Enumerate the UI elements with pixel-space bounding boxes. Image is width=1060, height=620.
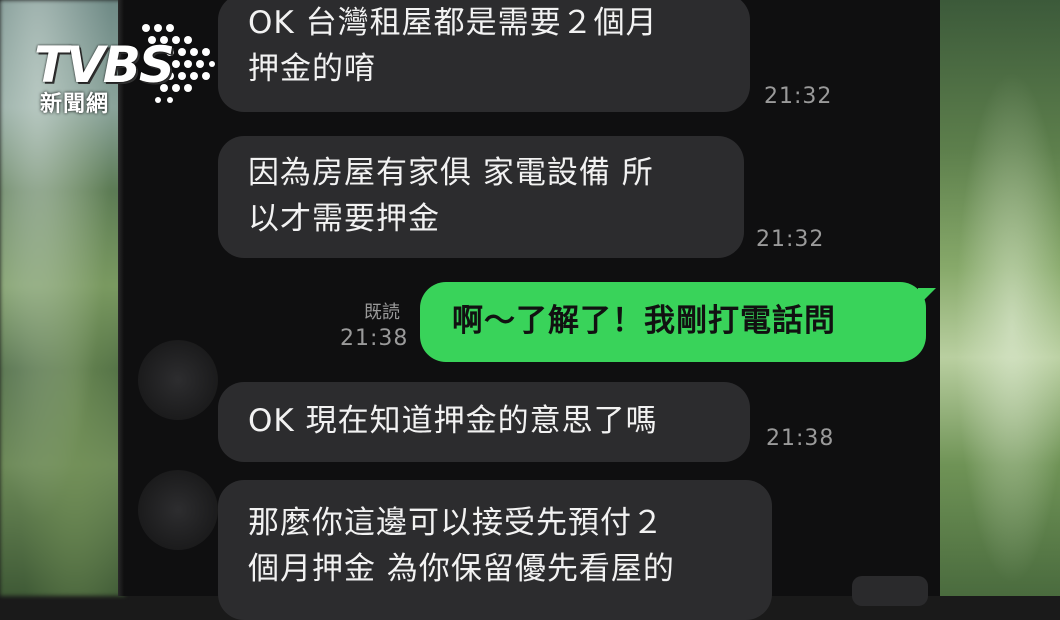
avatar (138, 470, 218, 550)
message-timestamp: 21:32 (756, 227, 825, 252)
message-bubble-incoming[interactable]: 那麼你這邊可以接受先預付２ 個月押金 為你保留優先看屋的 (218, 480, 772, 620)
message-timestamp: 21:38 (766, 426, 835, 451)
tvbs-logo: TVBS 新聞網 (28, 14, 215, 118)
message-bubble-incoming[interactable]: 因為房屋有家俱 家電設備 所 以才需要押金 (218, 136, 744, 258)
avatar (138, 340, 218, 420)
read-receipt: 既読 (364, 302, 400, 323)
message-timestamp: 21:32 (764, 84, 833, 109)
blurred-background-right (940, 0, 1060, 596)
message-timestamp: 21:38 (340, 326, 409, 351)
message-bubble-incoming[interactable]: OK 現在知道押金的意思了嗎 (218, 382, 750, 462)
logo-subtitle: 新聞網 (40, 92, 110, 117)
message-bubble-outgoing[interactable]: 啊～了解了！我剛打電話問 (420, 282, 936, 362)
scroll-down-button[interactable] (852, 576, 928, 606)
message-bubble-incoming[interactable]: OK 台灣租屋都是需要２個月 押金的唷 (218, 0, 750, 112)
